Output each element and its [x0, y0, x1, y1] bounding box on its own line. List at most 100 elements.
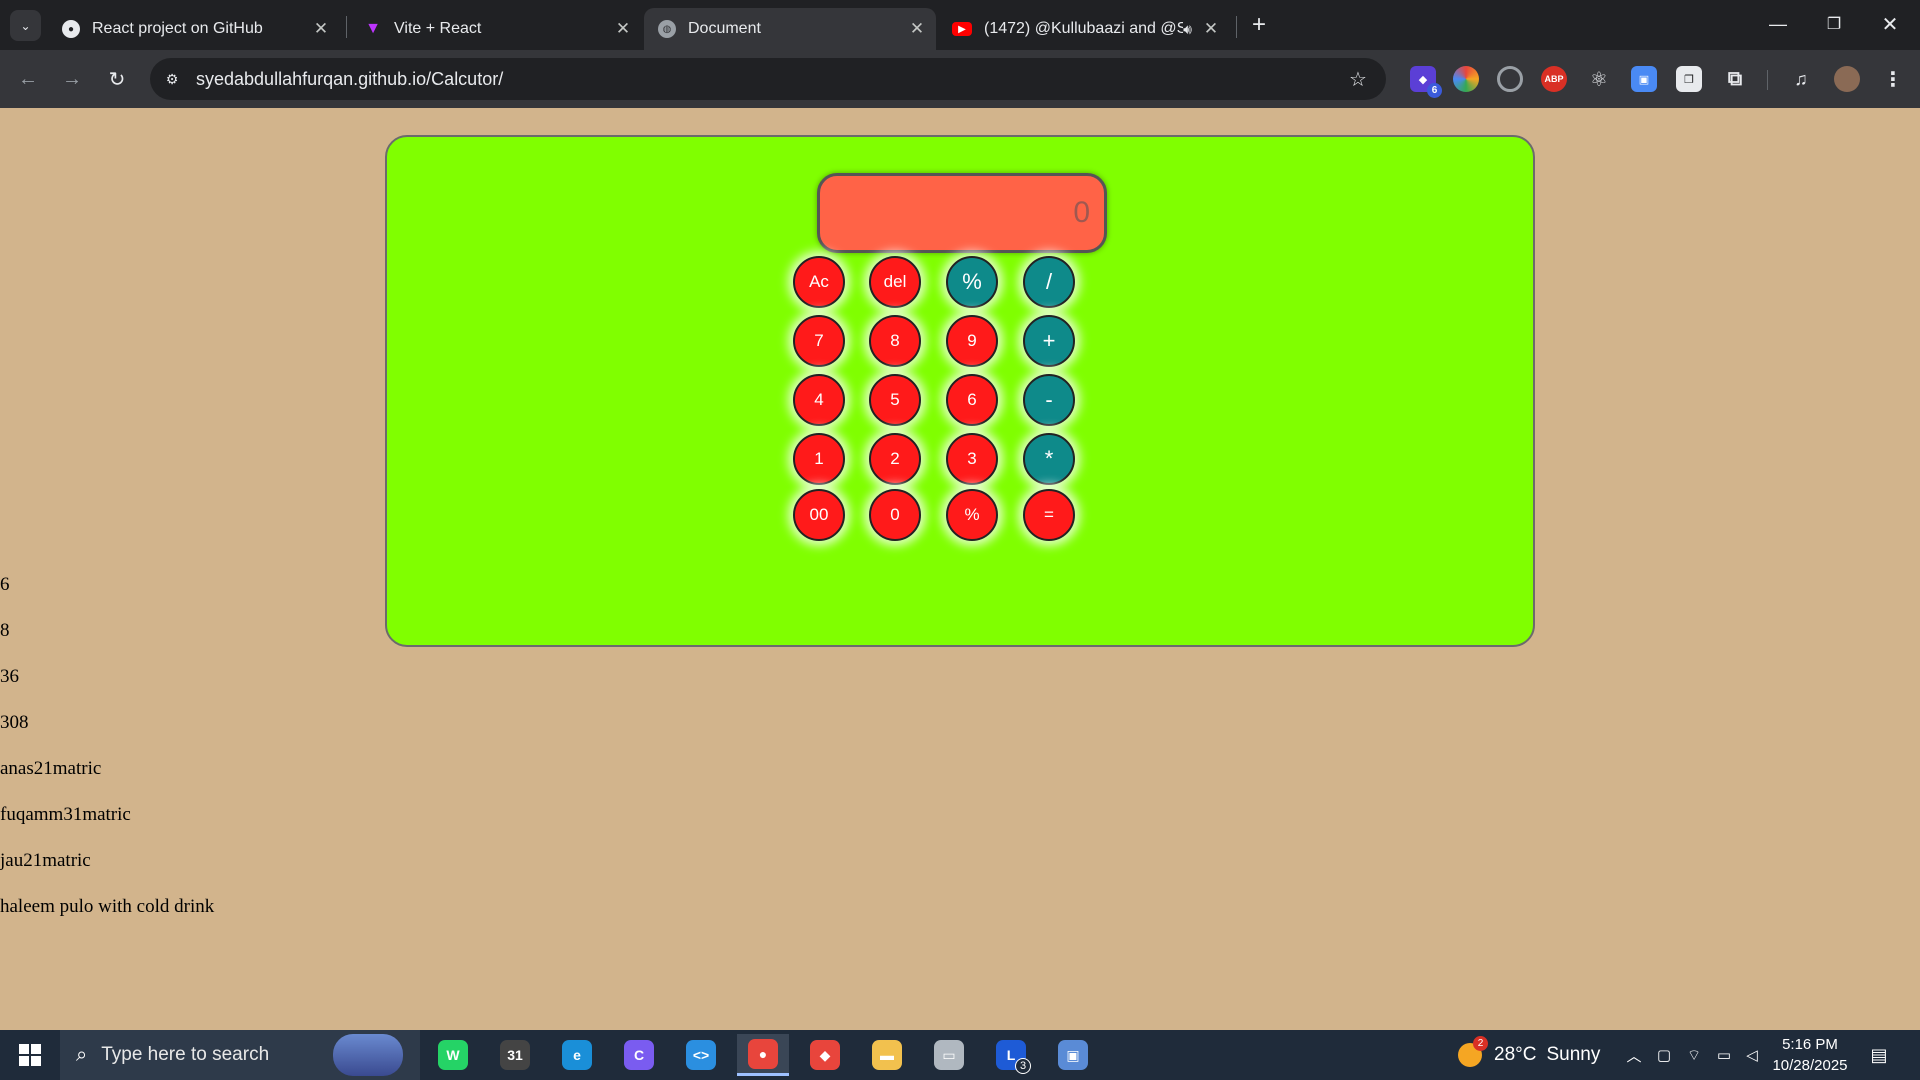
forward-arrow-icon[interactable]: → — [56, 63, 88, 95]
output-line: 36 — [0, 666, 19, 687]
wifi-icon[interactable]: ⌔ — [1684, 1045, 1704, 1065]
chrome-icon[interactable]: ● — [737, 1034, 789, 1076]
avatar[interactable] — [1834, 66, 1860, 92]
output-line: anas21matric — [0, 758, 102, 779]
globe-icon: ◍ — [658, 20, 676, 38]
calc-key[interactable]: * — [1023, 433, 1075, 485]
calc-key[interactable]: % — [946, 489, 998, 541]
whatsapp-icon[interactable]: W — [427, 1034, 479, 1076]
reload-icon[interactable]: ↻ — [101, 63, 133, 95]
calc-key[interactable]: 4 — [793, 374, 845, 426]
tab-title: (1472) @Kullubaazi and @S — [984, 20, 1184, 37]
app-glyph: 31 — [500, 1040, 530, 1070]
calc-key[interactable]: + — [1023, 315, 1075, 367]
calc-key[interactable]: 2 — [869, 433, 921, 485]
notification-icon[interactable]: ▤ — [1866, 1043, 1892, 1067]
app-glyph: ▭ — [934, 1040, 964, 1070]
copilot-icon[interactable]: C — [613, 1034, 665, 1076]
search-highlight-icon[interactable] — [333, 1034, 403, 1076]
site-info-icon[interactable]: ⚙ — [160, 67, 184, 91]
speaker-icon[interactable]: 🔊︎ — [1183, 21, 1192, 38]
calculator: 0 Ac del%/7 8 9 +4 5 6-1 2 3 * 00 0% = — [385, 135, 1535, 647]
calc-key[interactable]: 0 — [869, 489, 921, 541]
restore-icon[interactable]: ❐ — [1806, 0, 1862, 48]
tab-youtube[interactable]: ▶ (1472) @Kullubaazi and @S 🔊︎ ✕ — [938, 8, 1230, 50]
calc-key[interactable]: 00 — [793, 489, 845, 541]
new-tab-icon[interactable]: + — [1245, 11, 1273, 39]
puzzle-icon[interactable]: ⧉ — [1722, 66, 1748, 92]
calculator-display: 0 — [817, 173, 1107, 253]
address-bar[interactable]: ⚙ syedabdullahfurqan.github.io/Calcutor/… — [150, 58, 1386, 100]
weather-condition: Sunny — [1546, 1044, 1601, 1065]
calc-key[interactable]: 5 — [869, 374, 921, 426]
calc-key[interactable]: / — [1023, 256, 1075, 308]
tab-document[interactable]: ◍ Document ✕ — [644, 8, 936, 50]
calc-key[interactable]: 7 — [793, 315, 845, 367]
app-glyph: ▣ — [1058, 1040, 1088, 1070]
calc-key[interactable]: 9 — [946, 315, 998, 367]
anydesk-icon[interactable]: ◆ — [799, 1034, 851, 1076]
weather-widget[interactable]: 2 28°C Sunny — [1458, 1030, 1600, 1080]
app-glyph: W — [438, 1040, 468, 1070]
extension-badge: 6 — [1427, 83, 1442, 98]
calc-key[interactable]: 6 — [946, 374, 998, 426]
minimize-icon[interactable]: — — [1750, 0, 1806, 48]
edge-icon[interactable]: e — [551, 1034, 603, 1076]
meet-icon[interactable]: ▢ — [1654, 1045, 1674, 1065]
more-menu-icon[interactable]: ⋮ — [1880, 66, 1906, 92]
react-devtools-icon[interactable]: ⚛ — [1586, 66, 1612, 92]
calc-key[interactable]: = — [1023, 489, 1075, 541]
tab-vite-react[interactable]: ▼ Vite + React ✕ — [350, 8, 642, 50]
media-control-icon[interactable]: ♫ — [1788, 66, 1814, 92]
close-icon[interactable]: ✕ — [310, 18, 332, 40]
url-text[interactable]: syedabdullahfurqan.github.io/Calcutor/ — [196, 69, 1342, 90]
target-icon[interactable] — [1497, 66, 1523, 92]
close-icon[interactable]: ✕ — [906, 18, 928, 40]
output-line: haleem pulo with cold drink — [0, 896, 215, 917]
back-arrow-icon[interactable]: ← — [12, 63, 44, 95]
close-icon[interactable]: ✕ — [612, 18, 634, 40]
network-app-icon[interactable]: ▣ — [1047, 1034, 1099, 1076]
calc-key[interactable]: 3 — [946, 433, 998, 485]
calc-key[interactable]: 1 — [793, 433, 845, 485]
screenshot-icon[interactable]: ▣ — [1631, 66, 1657, 92]
system-clock[interactable]: 5:16 PM 10/28/2025 — [1770, 1034, 1850, 1076]
calc-key[interactable]: % — [946, 256, 998, 308]
tab-title: Vite + React — [394, 20, 482, 37]
app-glyph: ▬ — [872, 1040, 902, 1070]
github-icon: ● — [62, 20, 80, 38]
calendar-app-icon[interactable]: 31 — [489, 1034, 541, 1076]
youtube-icon: ▶ — [952, 22, 972, 36]
battery-icon[interactable]: ▭ — [1714, 1045, 1734, 1065]
app-glyph: e — [562, 1040, 592, 1070]
calc-key[interactable]: 8 — [869, 315, 921, 367]
tab-title: React project on GitHub — [92, 20, 263, 37]
taskbar-search[interactable]: ⌕ Type here to search — [60, 1030, 420, 1080]
adblock-icon[interactable]: ABP — [1541, 66, 1567, 92]
printer-app-icon[interactable]: ▭ — [923, 1034, 975, 1076]
chevron-up-icon[interactable]: ︿ — [1624, 1045, 1644, 1065]
color-picker-icon[interactable] — [1453, 66, 1479, 92]
bookmark-star-icon[interactable]: ☆ — [1342, 63, 1374, 95]
tab-react-project[interactable]: ● React project on GitHub ✕ — [48, 8, 340, 50]
volume-icon[interactable]: ◁ — [1742, 1045, 1762, 1065]
vscode-icon[interactable]: <> — [675, 1034, 727, 1076]
browser-toolbar: ← → ↻ ⚙ syedabdullahfurqan.github.io/Cal… — [0, 50, 1920, 108]
close-icon[interactable]: ✕ — [1200, 18, 1222, 40]
window-extension-icon[interactable]: ❐ — [1676, 66, 1702, 92]
page-content: 0 Ac del%/7 8 9 +4 5 6-1 2 3 * 00 0% = 6 8 36 308 anas21… — [0, 108, 1920, 1030]
file-explorer-icon[interactable]: ▬ — [861, 1034, 913, 1076]
window-close-icon[interactable]: ✕ — [1862, 0, 1918, 48]
windows-start-icon[interactable] — [0, 1030, 60, 1080]
toolbar-separator — [1767, 70, 1768, 90]
tab-separator — [346, 16, 347, 38]
search-icon: ⌕ — [76, 1043, 88, 1066]
extension-shield-icon[interactable]: ◆ 6 — [1410, 66, 1442, 98]
output-line: fuqamm31matric — [0, 804, 131, 825]
l-app-icon[interactable]: L3 — [985, 1034, 1037, 1076]
calc-key[interactable]: - — [1023, 374, 1075, 426]
calc-key[interactable]: Ac — [793, 256, 845, 308]
app-badge: 3 — [1015, 1058, 1031, 1074]
calc-key[interactable]: del — [869, 256, 921, 308]
tab-search-chevron-icon[interactable]: ⌄ — [10, 10, 41, 41]
